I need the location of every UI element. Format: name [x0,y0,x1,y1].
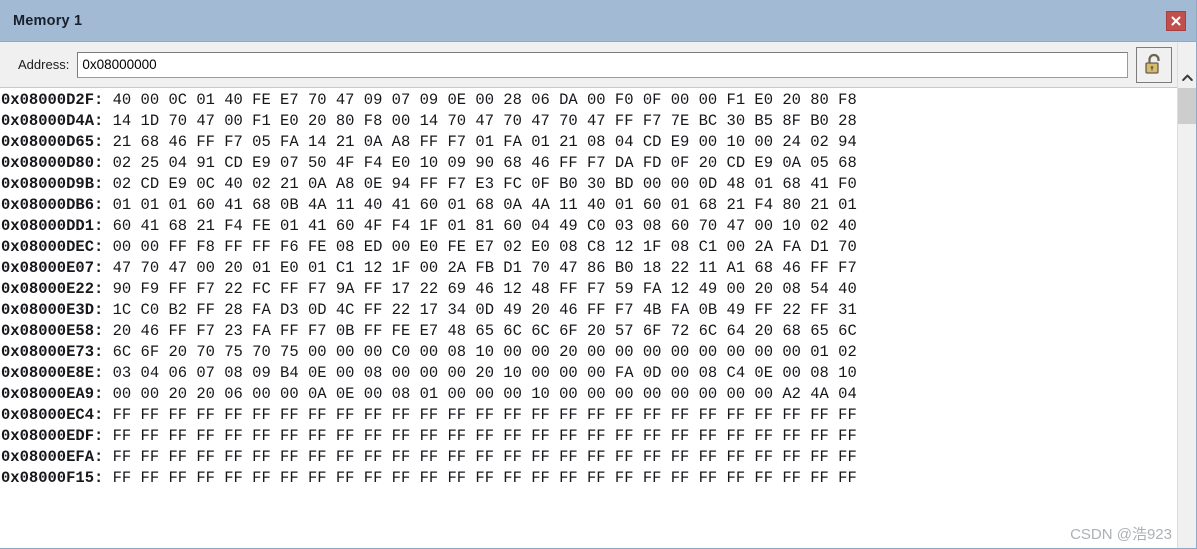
memory-row-bytes: 90 F9 FF F7 22 FC FF F7 9A FF 17 22 69 4… [103,280,857,298]
memory-row-address: 0x08000EA9: [1,385,104,403]
memory-row-address: 0x08000D4A: [1,112,104,130]
memory-row-bytes: FF FF FF FF FF FF FF FF FF FF FF FF FF F… [103,427,857,445]
address-input[interactable] [77,51,1128,78]
memory-row[interactable]: 0x08000D80: 02 25 04 91 CD E9 07 50 4F F… [1,153,1177,174]
memory-row[interactable]: 0x08000EFA: FF FF FF FF FF FF FF FF FF F… [1,447,1177,468]
memory-row-bytes: 6C 6F 20 70 75 70 75 00 00 00 C0 00 08 1… [103,343,857,361]
memory-row-bytes: 40 00 0C 01 40 FE E7 70 47 09 07 09 0E 0… [103,91,857,109]
memory-row-bytes: 21 68 46 FF F7 05 FA 14 21 0A A8 FF F7 0… [103,133,857,151]
memory-row-bytes: 60 41 68 21 F4 FE 01 41 60 4F F4 1F 01 8… [103,217,857,235]
memory-row-address: 0x08000EDF: [1,427,104,445]
close-icon [1170,15,1182,27]
memory-row-address: 0x08000D65: [1,133,104,151]
memory-row[interactable]: 0x08000D2F: 40 00 0C 01 40 FE E7 70 47 0… [1,90,1177,111]
memory-row-bytes: FF FF FF FF FF FF FF FF FF FF FF FF FF F… [103,406,857,424]
hex-dump-pane[interactable]: 0x08000D2F: 40 00 0C 01 40 FE E7 70 47 0… [0,88,1177,548]
memory-row-bytes: 20 46 FF F7 23 FA FF F7 0B FF FE E7 48 6… [103,322,857,340]
memory-row[interactable]: 0x08000DEC: 00 00 FF F8 FF FF F6 FE 08 E… [1,237,1177,258]
memory-row-bytes: 00 00 FF F8 FF FF F6 FE 08 ED 00 E0 FE E… [103,238,857,256]
memory-body: 0x08000D2F: 40 00 0C 01 40 FE E7 70 47 0… [0,88,1196,548]
memory-row-bytes: 03 04 06 07 08 09 B4 0E 00 08 00 00 00 2… [103,364,857,382]
memory-row-address: 0x08000EFA: [1,448,104,466]
memory-row-bytes: 02 CD E9 0C 40 02 21 0A A8 0E 94 FF F7 E… [103,175,857,193]
memory-row-address: 0x08000E22: [1,280,104,298]
memory-row-address: 0x08000DEC: [1,238,104,256]
memory-row[interactable]: 0x08000E58: 20 46 FF F7 23 FA FF F7 0B F… [1,321,1177,342]
memory-row-bytes: 01 01 01 60 41 68 0B 4A 11 40 41 60 01 6… [103,196,857,214]
memory-row-address: 0x08000D80: [1,154,104,172]
scrollbar-thumb[interactable] [1178,88,1196,124]
memory-row-address: 0x08000E8E: [1,364,104,382]
window-titlebar: Memory 1 [0,0,1196,42]
memory-row-address: 0x08000EC4: [1,406,104,424]
memory-row-bytes: 00 00 20 20 06 00 00 0A 0E 00 08 01 00 0… [103,385,857,403]
memory-row-address: 0x08000E58: [1,322,104,340]
memory-row-bytes: FF FF FF FF FF FF FF FF FF FF FF FF FF F… [103,448,857,466]
memory-row-address: 0x08000E07: [1,259,104,277]
window-title: Memory 1 [13,12,83,29]
scroll-up-button[interactable] [1178,68,1196,88]
memory-row[interactable]: 0x08000D65: 21 68 46 FF F7 05 FA 14 21 0… [1,132,1177,153]
address-toolbar: Address: [0,41,1196,88]
memory-row-bytes: FF FF FF FF FF FF FF FF FF FF FF FF FF F… [103,469,857,487]
memory-row-address: 0x08000D2F: [1,91,104,109]
memory-row[interactable]: 0x08000E07: 47 70 47 00 20 01 E0 01 C1 1… [1,258,1177,279]
memory-row[interactable]: 0x08000DD1: 60 41 68 21 F4 FE 01 41 60 4… [1,216,1177,237]
memory-row-bytes: 14 1D 70 47 00 F1 E0 20 80 F8 00 14 70 4… [103,112,857,130]
address-label: Address: [18,57,70,72]
memory-row[interactable]: 0x08000DB6: 01 01 01 60 41 68 0B 4A 11 4… [1,195,1177,216]
close-button[interactable] [1166,10,1186,31]
chevron-up-icon [1181,69,1193,87]
memory-row[interactable]: 0x08000EA9: 00 00 20 20 06 00 00 0A 0E 0… [1,384,1177,405]
lock-toggle-button[interactable] [1136,46,1172,83]
memory-window: Memory 1 Address: 0x08000000 0x08000D2F:… [0,0,1197,549]
memory-row-address: 0x08000DD1: [1,217,104,235]
memory-row[interactable]: 0x08000E8E: 03 04 06 07 08 09 B4 0E 00 0… [1,363,1177,384]
memory-row[interactable]: 0x08000E22: 90 F9 FF F7 22 FC FF F7 9A F… [1,279,1177,300]
memory-row-address: 0x08000DB6: [1,196,104,214]
memory-row-address: 0x08000D9B: [1,175,104,193]
memory-row-bytes: 47 70 47 00 20 01 E0 01 C1 12 1F 00 2A F… [103,259,857,277]
memory-row[interactable]: 0x08000E3D: 1C C0 B2 FF 28 FA D3 0D 4C F… [1,300,1177,321]
memory-row[interactable]: 0x08000D9B: 02 CD E9 0C 40 02 21 0A A8 0… [1,174,1177,195]
memory-row-address: 0x08000E3D: [1,301,104,319]
memory-row-bytes: 1C C0 B2 FF 28 FA D3 0D 4C FF 22 17 34 0… [103,301,857,319]
memory-row[interactable]: 0x08000E73: 6C 6F 20 70 75 70 75 00 00 0… [1,342,1177,363]
memory-row[interactable]: 0x08000D4A: 14 1D 70 47 00 F1 E0 20 80 F… [1,111,1177,132]
memory-row[interactable]: 0x08000EDF: FF FF FF FF FF FF FF FF FF F… [1,426,1177,447]
unlocked-padlock-icon [1142,52,1166,78]
memory-row[interactable]: 0x08000EC4: FF FF FF FF FF FF FF FF FF F… [1,405,1177,426]
memory-row-address: 0x08000E73: [1,343,104,361]
scrollbar-top-cap [1177,41,1196,88]
memory-row-bytes: 02 25 04 91 CD E9 07 50 4F F4 E0 10 09 9… [103,154,857,172]
memory-row-address: 0x08000F15: [1,469,104,487]
vertical-scrollbar[interactable] [1177,88,1196,548]
memory-row[interactable]: 0x08000F15: FF FF FF FF FF FF FF FF FF F… [1,468,1177,489]
